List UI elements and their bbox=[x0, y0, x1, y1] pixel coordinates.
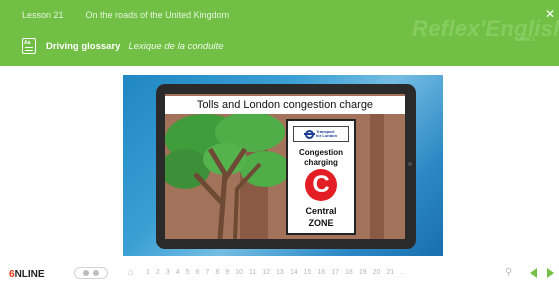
online-logo: 6NLINE bbox=[9, 269, 45, 280]
sign-zone: ZONE bbox=[308, 218, 334, 228]
page-link[interactable]: 6 bbox=[196, 269, 200, 276]
page-link[interactable]: 19 bbox=[359, 269, 367, 276]
page-link[interactable]: 18 bbox=[345, 269, 353, 276]
lesson-breadcrumb: Lesson 21 On the roads of the United Kin… bbox=[22, 10, 229, 24]
page-navigation: 1 2 3 4 5 6 7 8 9 10 11 12 13 14 15 16 17 18 19 20 21.. bbox=[146, 269, 404, 276]
tablet-frame: Tolls and London congestion charge Trans… bbox=[156, 84, 416, 249]
prev-arrow-icon[interactable] bbox=[530, 268, 537, 278]
page-link[interactable]: 14 bbox=[290, 269, 298, 276]
congestion-c-icon: C bbox=[305, 169, 337, 201]
sign-central: Central bbox=[305, 206, 337, 216]
page-link[interactable]: 10 bbox=[235, 269, 243, 276]
lesson-illustration: Tolls and London congestion charge Trans… bbox=[123, 75, 443, 256]
mail-icon bbox=[93, 270, 99, 276]
home-icon[interactable]: ⌂ bbox=[128, 268, 138, 278]
page-link[interactable]: 13 bbox=[276, 269, 284, 276]
page-link[interactable]: 2 bbox=[156, 269, 160, 276]
search-icon[interactable]: ⚲ bbox=[505, 268, 512, 278]
tablet-home-button bbox=[408, 162, 412, 166]
lesson-number: Lesson 21 bbox=[22, 10, 64, 20]
footer-bar: 6NLINE ⌂ 1 2 3 4 5 6 7 8 9 10 11 12 13 14 15 16 17 18 19 20… bbox=[0, 262, 559, 281]
page-ellipsis: .. bbox=[400, 269, 405, 276]
glossary-book-icon: Aa bbox=[22, 38, 36, 54]
page-link[interactable]: 21 bbox=[386, 269, 394, 276]
page-link[interactable]: 4 bbox=[176, 269, 180, 276]
sign-charging: charging bbox=[304, 158, 338, 167]
glossary-title: Driving glossary bbox=[46, 40, 121, 52]
footer-toggle[interactable] bbox=[74, 267, 108, 279]
page-link[interactable]: 15 bbox=[304, 269, 312, 276]
glossary-subtitle: Lexique de la conduite bbox=[128, 40, 224, 52]
tfl-header: Transport for London bbox=[293, 126, 349, 142]
page-link[interactable]: 3 bbox=[166, 269, 170, 276]
congestion-charge-sign: Transport for London Congestion charging… bbox=[286, 119, 356, 235]
audio-icon bbox=[83, 270, 89, 276]
glossary-heading: Aa Driving glossary Lexique de la condui… bbox=[22, 36, 224, 56]
next-arrow-icon[interactable] bbox=[547, 268, 554, 278]
tfl-label: Transport for London bbox=[315, 128, 338, 138]
page-link[interactable]: 9 bbox=[225, 269, 229, 276]
page-link[interactable]: 1 bbox=[146, 269, 150, 276]
page-link[interactable]: 12 bbox=[262, 269, 270, 276]
close-icon[interactable]: ✕ bbox=[544, 8, 556, 20]
screen-title: Tolls and London congestion charge bbox=[165, 96, 405, 114]
tablet-screen: Tolls and London congestion charge Trans… bbox=[165, 94, 405, 239]
brand-logo: Reflex'English bbox=[412, 16, 559, 41]
sign-congestion: Congestion bbox=[299, 148, 343, 157]
page-link[interactable]: 20 bbox=[373, 269, 381, 276]
page-link[interactable]: 17 bbox=[331, 269, 339, 276]
page-link[interactable]: 7 bbox=[205, 269, 209, 276]
lesson-title: On the roads of the United Kingdom bbox=[85, 10, 230, 20]
page-link[interactable]: 16 bbox=[317, 269, 325, 276]
brand-level: Level 1 bbox=[516, 37, 536, 43]
page-link[interactable]: 5 bbox=[186, 269, 190, 276]
page-link[interactable]: 11 bbox=[249, 269, 256, 276]
street-scene bbox=[165, 94, 405, 239]
lesson-header: Lesson 21 On the roads of the United Kin… bbox=[0, 0, 559, 66]
page-link[interactable]: 8 bbox=[215, 269, 219, 276]
tfl-roundel-icon bbox=[303, 129, 315, 139]
